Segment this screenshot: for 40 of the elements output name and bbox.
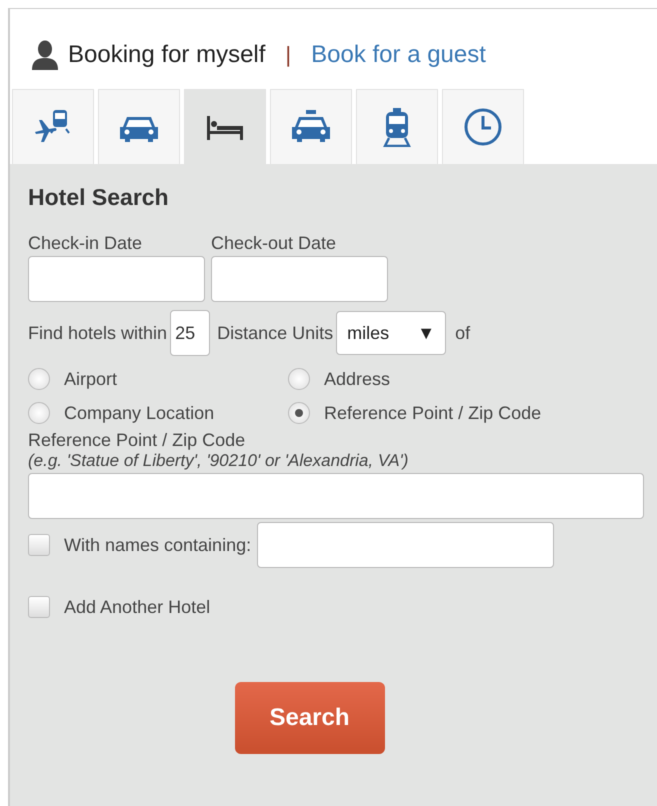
option-label: With names containing:: [64, 534, 252, 556]
search-button[interactable]: Search: [234, 682, 384, 754]
travel-tab[interactable]: [442, 89, 524, 164]
clock-icon: [463, 107, 503, 147]
field-label: Reference Point / Zip Code: [28, 430, 246, 451]
checkbox[interactable]: [28, 596, 50, 618]
travel-tab[interactable]: [356, 89, 438, 164]
field-label: Distance Units: [217, 322, 334, 344]
units-dropdown[interactable]: miles ▼: [336, 311, 446, 355]
person-icon: [32, 40, 58, 70]
train-icon: [382, 107, 412, 147]
option-label: Reference Point / Zip Code: [324, 402, 542, 424]
field-label: of: [455, 322, 470, 344]
travel-tab[interactable]: [12, 89, 94, 164]
field-label: Check-out Date: [211, 233, 338, 254]
booking-label: Booking for myself: [68, 41, 266, 69]
option-label: Add Another Hotel: [64, 596, 210, 618]
reference-field[interactable]: [28, 473, 644, 519]
radio-button[interactable]: [28, 402, 50, 424]
radio-button[interactable]: [28, 368, 50, 390]
radio-button[interactable]: [288, 402, 310, 424]
check-in-field[interactable]: [28, 256, 205, 302]
travel-tab[interactable]: [184, 89, 266, 164]
separator: |: [285, 42, 292, 68]
checkbox[interactable]: [28, 534, 50, 556]
field-label: Check-in Date: [28, 233, 144, 254]
option-label: Address: [324, 368, 390, 390]
hint-text: (e.g. 'Statue of Liberty', '90210' or 'Alexandria, VA'): [28, 451, 410, 471]
form-title: Hotel Search: [28, 184, 170, 211]
distance-field[interactable]: 25: [170, 310, 210, 356]
option-label: Airport: [64, 368, 118, 390]
travel-tab[interactable]: [270, 89, 352, 164]
travel-tab[interactable]: [98, 89, 180, 164]
radio-button[interactable]: [288, 368, 310, 390]
taxi-icon: [291, 109, 331, 145]
guest-link[interactable]: Book for a guest: [311, 41, 486, 69]
option-label: Company Location: [64, 402, 214, 424]
names-field[interactable]: [257, 522, 554, 568]
check-out-field[interactable]: [211, 256, 388, 302]
field-label: Find hotels within: [28, 322, 168, 344]
